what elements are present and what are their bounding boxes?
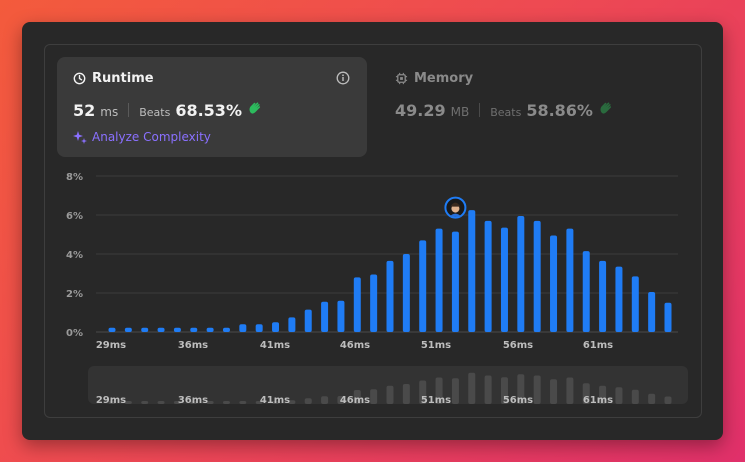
x-tick-label: 29ms [96,340,126,351]
scrubber-tick-label: 51ms [421,395,451,406]
scrubber-tick-label: 41ms [260,395,290,406]
x-tick-label: 51ms [421,340,451,351]
scrubber-bar [484,375,492,404]
runtime-bar[interactable] [353,277,361,332]
runtime-bar[interactable] [517,215,525,332]
runtime-bar[interactable] [615,266,623,332]
scrubber-bar [386,385,394,404]
x-tick-label: 61ms [583,340,613,351]
scrubber-tick-label: 56ms [503,395,533,406]
y-tick-label: 4% [66,250,83,261]
scrubber-bar [648,393,656,404]
scrubber-bar [664,396,672,404]
y-tick-label: 0% [66,328,83,339]
runtime-bar[interactable] [124,327,132,332]
x-tick-label: 41ms [260,340,290,351]
runtime-bar[interactable] [190,327,198,332]
runtime-bar[interactable] [582,251,590,332]
scrubber-tick-label: 36ms [178,395,208,406]
runtime-distribution-chart: 8% 6% 4% 2% 0% 29ms 36ms 41ms 46ms 51ms 56ms 61ms 29… [66,172,688,406]
scrubber-bar [615,387,623,404]
runtime-bar[interactable] [484,220,492,332]
runtime-bar[interactable] [337,300,345,332]
runtime-bar[interactable] [239,324,247,332]
scrubber-tick-label: 29ms [96,395,126,406]
scrubber-bar [533,375,541,404]
runtime-bar[interactable] [533,220,541,332]
runtime-bar[interactable] [631,276,639,332]
runtime-bar[interactable] [419,240,427,332]
scrubber-bar [550,379,558,404]
runtime-bar[interactable] [157,327,165,332]
scrubber-bar [566,377,574,404]
runtime-bar[interactable] [222,327,230,332]
runtime-bar[interactable] [141,327,149,332]
scrubber-bar [239,401,247,404]
y-tick-label: 2% [66,289,83,300]
runtime-bar[interactable] [206,327,214,332]
runtime-bar[interactable] [566,228,574,332]
scrubber-bar [157,401,165,404]
runtime-bar[interactable] [435,228,443,332]
scrubber-bar [451,378,459,404]
runtime-bar[interactable] [108,327,116,332]
runtime-bar[interactable] [500,227,508,332]
runtime-bar[interactable] [451,231,459,332]
runtime-bar[interactable] [370,274,378,332]
runtime-bar[interactable] [288,317,296,332]
scrubber-bar [468,372,476,404]
scrubber-bar [402,384,410,404]
scrubber-bar [141,401,149,404]
runtime-bar[interactable] [386,260,394,332]
scrubber-bar [304,398,312,404]
x-tick-label: 46ms [340,340,370,351]
x-tick-label: 56ms [503,340,533,351]
scrubber-tick-label: 61ms [583,395,613,406]
runtime-bar[interactable] [664,302,672,332]
y-tick-label: 8% [66,172,83,183]
runtime-bar[interactable] [255,324,263,332]
runtime-bar[interactable] [648,292,656,332]
runtime-bar[interactable] [599,260,607,332]
scrubber-bar [321,396,329,404]
scrubber-bar [222,401,230,404]
runtime-bar[interactable] [304,309,312,332]
runtime-bar[interactable] [272,322,280,332]
scrubber-bar [370,389,378,404]
scrubber-tick-label: 46ms [340,395,370,406]
y-tick-label: 6% [66,211,83,222]
runtime-bar[interactable] [173,327,181,332]
runtime-bar[interactable] [321,301,329,332]
x-tick-label: 36ms [178,340,208,351]
runtime-bar[interactable] [550,235,558,332]
runtime-bar[interactable] [402,254,410,332]
runtime-bar[interactable] [468,210,476,332]
scrubber-bar [631,389,639,404]
